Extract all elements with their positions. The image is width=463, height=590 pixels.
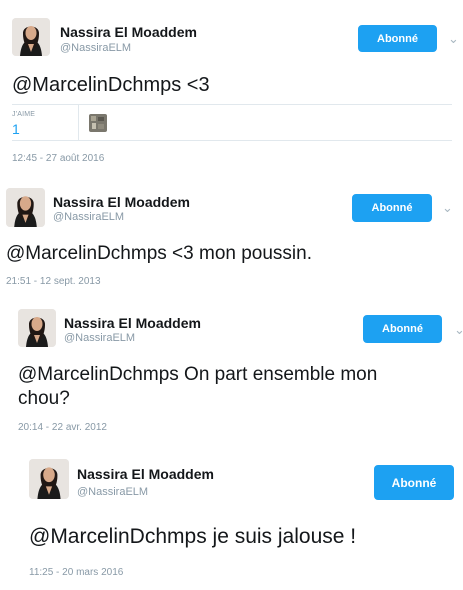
profile-photo	[12, 18, 50, 56]
tweet-card: Nassira El Moaddem @NassiraELM Abonné ⌄ …	[0, 0, 463, 178]
timestamp[interactable]: 12:45 - 27 août 2016	[12, 153, 104, 164]
chevron-down-icon[interactable]: ⌄	[442, 200, 453, 216]
timestamp[interactable]: 20:14 - 22 avr. 2012	[18, 422, 107, 433]
liker-avatar[interactable]	[89, 114, 107, 132]
avatar[interactable]	[6, 188, 45, 227]
liker-photo	[89, 114, 107, 132]
follow-button[interactable]: Abonné	[358, 25, 437, 52]
tweet-text: @MarcelinDchmps je suis jalouse !	[29, 525, 357, 548]
display-name[interactable]: Nassira El Moaddem	[53, 194, 190, 210]
handle[interactable]: @NassiraELM	[53, 211, 124, 223]
tweet-text: @MarcelinDchmps <3 mon poussin.	[6, 243, 312, 264]
divider	[78, 105, 79, 140]
avatar[interactable]	[29, 459, 69, 499]
follow-button[interactable]: Abonné	[352, 194, 432, 222]
likes-label: J'AIME	[12, 111, 36, 118]
tweet-card: Nassira El Moaddem @NassiraELM Abonné @M…	[0, 446, 463, 590]
chevron-down-icon[interactable]: ⌄	[454, 322, 463, 338]
profile-photo	[18, 309, 56, 347]
tweet-card: Nassira El Moaddem @NassiraELM Abonné ⌄ …	[0, 300, 463, 440]
handle[interactable]: @NassiraELM	[77, 486, 148, 498]
timestamp[interactable]: 21:51 - 12 sept. 2013	[6, 276, 101, 287]
likes-count[interactable]: 1	[12, 121, 20, 137]
display-name[interactable]: Nassira El Moaddem	[60, 24, 197, 40]
handle[interactable]: @NassiraELM	[60, 42, 131, 54]
profile-photo	[6, 188, 45, 227]
timestamp[interactable]: 11:25 - 20 mars 2016	[29, 567, 123, 578]
divider	[12, 140, 452, 141]
tweet-card: Nassira El Moaddem @NassiraELM Abonné ⌄ …	[0, 180, 463, 292]
tweet-text: @MarcelinDchmps <3	[12, 74, 210, 96]
follow-button[interactable]: Abonné	[363, 315, 442, 343]
display-name[interactable]: Nassira El Moaddem	[77, 466, 214, 482]
tweet-text: @MarcelinDchmps On part ensemble mon cho…	[18, 364, 378, 409]
profile-photo	[29, 459, 69, 499]
avatar[interactable]	[18, 309, 56, 347]
avatar[interactable]	[12, 18, 50, 56]
display-name[interactable]: Nassira El Moaddem	[64, 315, 201, 331]
chevron-down-icon[interactable]: ⌄	[448, 31, 459, 47]
handle[interactable]: @NassiraELM	[64, 332, 135, 344]
follow-button[interactable]: Abonné	[374, 465, 454, 500]
